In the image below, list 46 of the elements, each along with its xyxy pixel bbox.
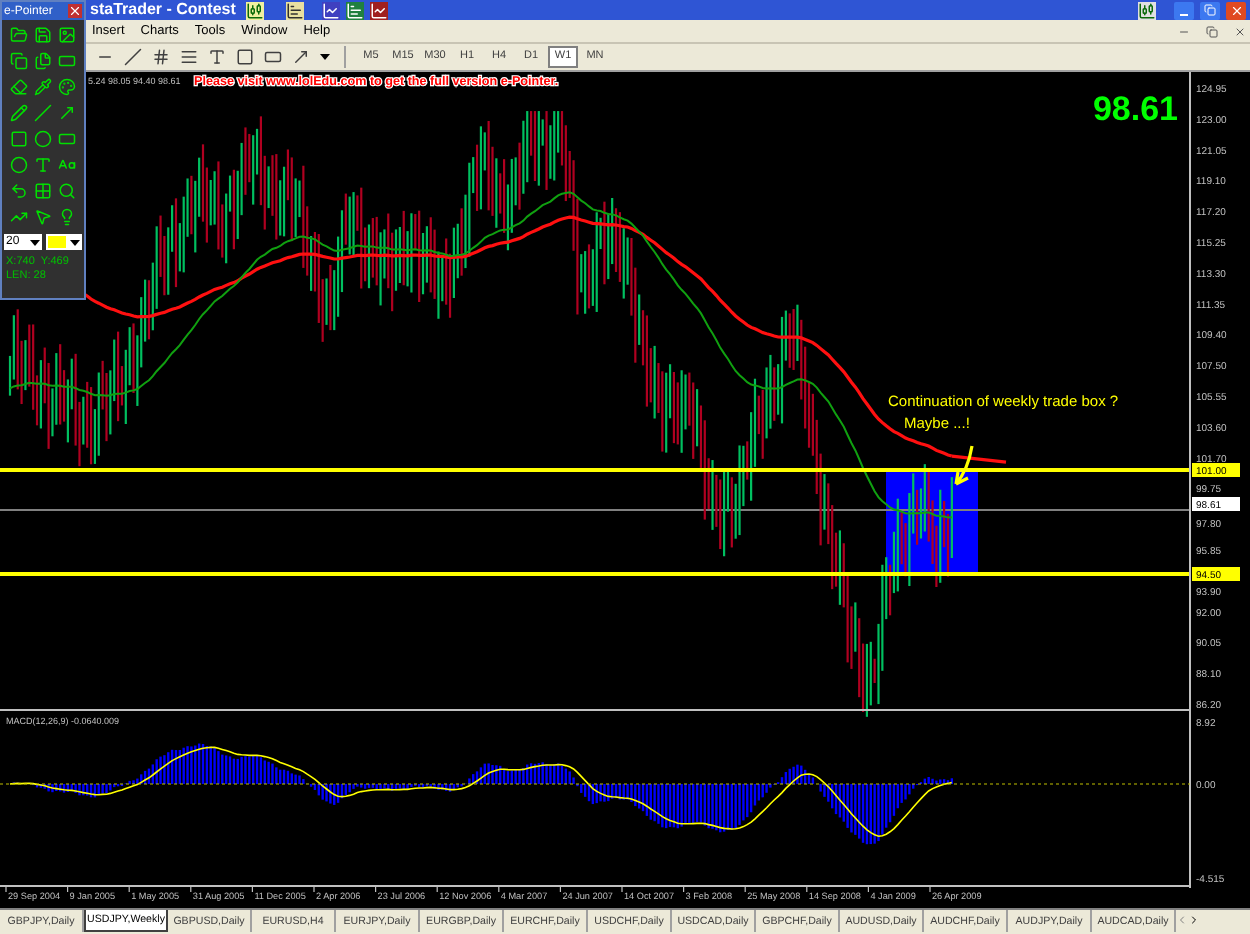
dropdown-caret-icon[interactable] [320,54,330,60]
image-icon[interactable] [58,26,77,44]
line-chart-icon[interactable] [321,1,340,19]
scroll-right-icon[interactable] [1188,914,1200,926]
folder-icon[interactable] [9,26,28,44]
font-size-icon[interactable] [58,156,77,174]
text-icon[interactable] [208,48,226,66]
rectangle-icon[interactable] [264,48,282,66]
save-icon[interactable] [33,26,52,44]
bar-chart-icon[interactable] [285,1,304,19]
undo-icon[interactable] [9,182,28,200]
ellipse-icon[interactable] [33,130,52,148]
search-icon[interactable] [58,182,77,200]
dropdown-caret-icon[interactable] [30,239,41,245]
polyline-icon[interactable] [9,208,28,226]
palette-icon[interactable] [58,78,77,96]
restore-button[interactable] [1200,1,1220,19]
arrow-icon[interactable] [292,48,310,66]
pointer-icon[interactable] [33,208,52,226]
minimize-button[interactable] [1174,1,1194,19]
text-icon[interactable] [33,156,52,174]
rectangle-outline-icon[interactable] [9,130,28,148]
window-title: staTrader - Contest [90,0,236,20]
arrow-drawing [954,444,974,486]
files-icon[interactable] [33,52,52,70]
rectangle-icon[interactable] [58,52,77,70]
dropdown-caret-icon[interactable] [70,239,80,245]
chart-icon[interactable] [1138,1,1156,19]
grid-icon[interactable] [33,182,52,200]
copy-icon[interactable] [9,52,28,70]
pipette-icon[interactable] [33,78,52,96]
close-button[interactable] [1226,1,1246,19]
close-icon [1229,3,1243,17]
last-price: 98.61 [1092,90,1178,128]
color-select[interactable] [46,234,82,250]
lightbulb-icon[interactable] [58,208,77,226]
close-icon[interactable] [1234,25,1246,37]
chart-icon[interactable] [245,1,264,19]
arrow-icon[interactable] [58,104,77,122]
eraser-icon[interactable] [9,78,28,96]
restore-icon[interactable] [1206,25,1218,37]
pencil-icon[interactable] [9,104,28,122]
minimize-icon [1180,13,1188,15]
restore-icon [1204,4,1216,16]
line-icon[interactable] [33,104,52,122]
trendline-icon[interactable] [124,48,142,66]
